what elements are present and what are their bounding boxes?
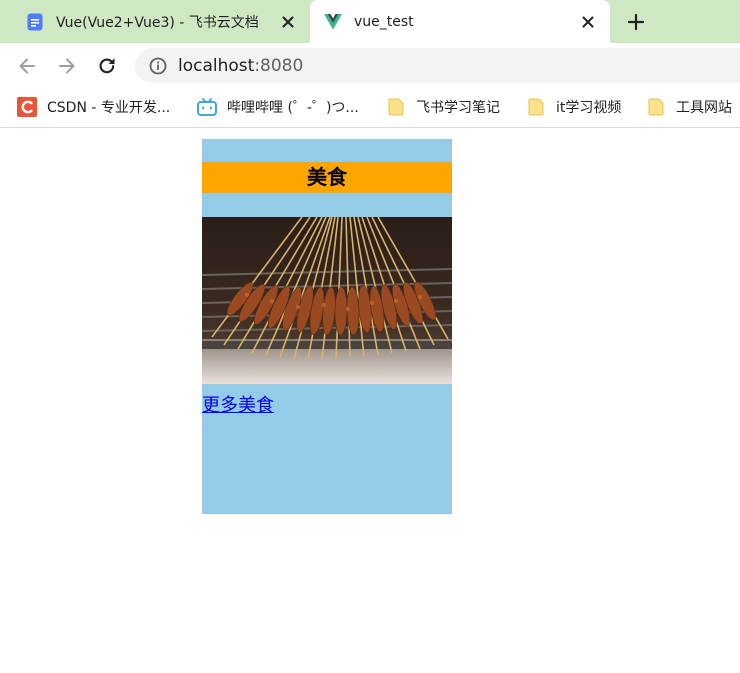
category-card: 美食 更多美食 bbox=[202, 139, 452, 514]
bookmark-feishu-notes[interactable]: 飞书学习笔记 bbox=[386, 89, 500, 125]
info-icon[interactable] bbox=[149, 57, 167, 75]
page-content: 美食 更多美食 bbox=[0, 128, 740, 673]
bookmark-label: 工具网站 bbox=[676, 100, 732, 116]
tab-feishu-doc[interactable]: Vue(Vue2+Vue3) - 飞书云文档 bbox=[10, 0, 310, 43]
bookmarks-bar: CSDN - 专业开发... 哔哩哔哩 (゜-゜)つ... 飞书学习笔记 it学… bbox=[0, 89, 740, 128]
more-food-link[interactable]: 更多美食 bbox=[202, 391, 274, 417]
folder-icon bbox=[526, 97, 546, 117]
close-icon[interactable] bbox=[576, 10, 600, 34]
tab-strip: Vue(Vue2+Vue3) - 飞书云文档 vue_test bbox=[0, 0, 740, 43]
bookmark-tool-sites[interactable]: 工具网站 bbox=[646, 89, 732, 125]
vue-logo-icon bbox=[324, 13, 342, 31]
reload-icon bbox=[99, 58, 115, 74]
folder-icon bbox=[386, 97, 406, 117]
bookmark-label: CSDN - 专业开发... bbox=[47, 100, 171, 116]
plus-icon bbox=[627, 13, 645, 31]
bookmark-label: 哔哩哔哩 (゜-゜)つ... bbox=[227, 100, 359, 116]
back-button[interactable] bbox=[12, 51, 42, 81]
bookmark-bilibili[interactable]: 哔哩哔哩 (゜-゜)つ... bbox=[197, 89, 359, 125]
bookmark-csdn[interactable]: CSDN - 专业开发... bbox=[17, 89, 170, 125]
category-title: 美食 bbox=[202, 162, 452, 193]
reload-button[interactable] bbox=[92, 51, 122, 81]
url-host: localhost bbox=[178, 55, 255, 76]
close-icon[interactable] bbox=[276, 10, 300, 34]
arrow-right-icon bbox=[59, 58, 75, 74]
forward-button[interactable] bbox=[52, 51, 82, 81]
tab-title: Vue(Vue2+Vue3) - 飞书云文档 bbox=[56, 14, 259, 31]
new-tab-button[interactable] bbox=[622, 8, 650, 36]
food-image bbox=[202, 217, 452, 384]
tab-title: vue_test bbox=[354, 13, 414, 30]
bookmark-label: it学习视频 bbox=[556, 100, 622, 116]
address-bar[interactable]: localhost:8080 bbox=[135, 48, 740, 83]
bookmark-label: 飞书学习笔记 bbox=[416, 100, 500, 116]
tab-vue-test[interactable]: vue_test bbox=[310, 0, 610, 43]
arrow-left-icon bbox=[19, 58, 35, 74]
url-text: localhost:8080 bbox=[178, 56, 303, 76]
csdn-icon bbox=[17, 97, 37, 117]
feishu-doc-icon bbox=[26, 13, 44, 31]
url-port: :8080 bbox=[254, 55, 304, 76]
folder-icon bbox=[646, 97, 666, 117]
bookmark-it-videos[interactable]: it学习视频 bbox=[526, 89, 621, 125]
browser-toolbar: localhost:8080 bbox=[0, 43, 740, 89]
bilibili-icon bbox=[197, 97, 217, 117]
